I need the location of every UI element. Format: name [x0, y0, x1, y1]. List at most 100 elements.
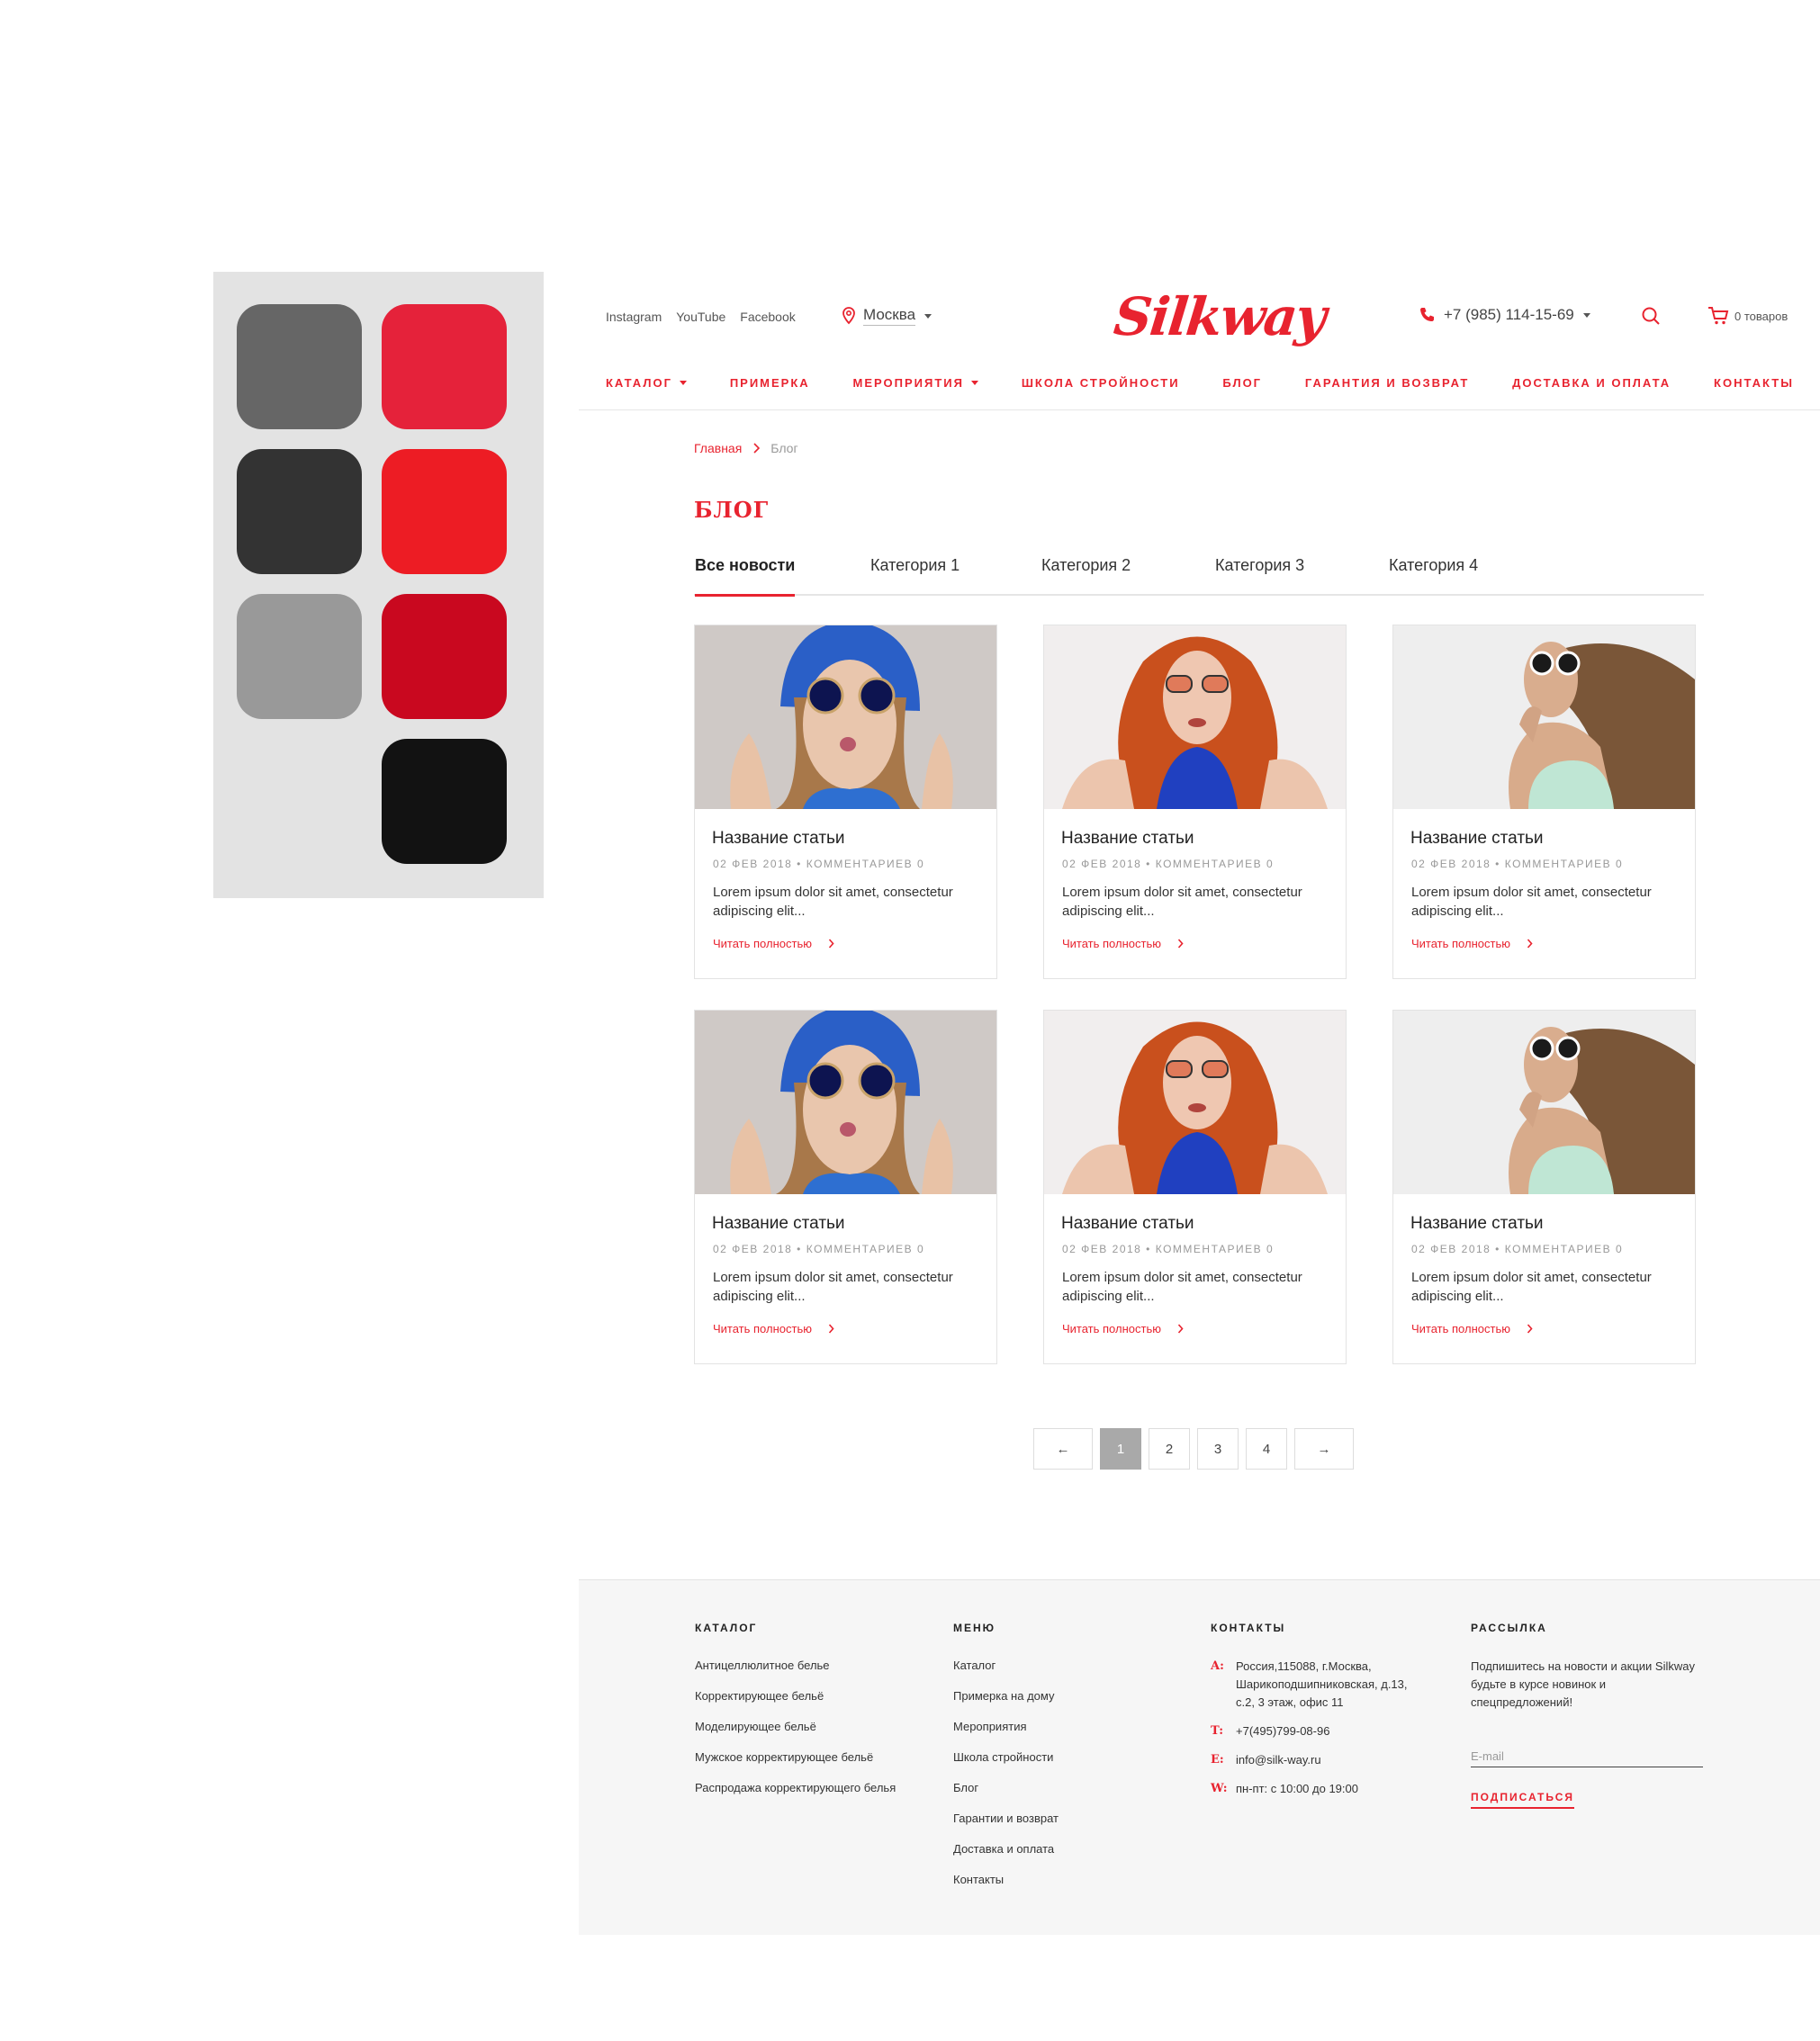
color-palette [213, 272, 544, 898]
read-more-label: Читать полностью [1062, 937, 1161, 950]
article-title[interactable]: Название статьи [1410, 1214, 1544, 1234]
tab-all-news[interactable]: Все новости [695, 556, 796, 597]
subscribe-button[interactable]: ПОДПИСАТЬСЯ [1471, 1791, 1574, 1809]
pagination: ← 1 2 3 4 → [1033, 1428, 1354, 1470]
location-pin-icon [842, 307, 855, 325]
footer-link[interactable]: Примерка на дому [953, 1688, 1059, 1704]
article-title[interactable]: Название статьи [1061, 1214, 1194, 1234]
read-more-label: Читать полностью [713, 1322, 812, 1335]
article-image[interactable] [1044, 1011, 1346, 1194]
article-card[interactable]: Название статьи 02 ФЕВ 2018 • КОММЕНТАРИ… [694, 1010, 997, 1364]
contact-phone: T: +7(495)799-08-96 [1211, 1722, 1427, 1740]
category-tabs: Все новости Категория 1 Категория 2 Кате… [694, 551, 1704, 597]
tab-category-1[interactable]: Категория 1 [870, 556, 960, 575]
article-card[interactable]: Название статьи 02 ФЕВ 2018 • КОММЕНТАРИ… [1392, 1010, 1696, 1364]
article-image[interactable] [695, 625, 996, 809]
article-title[interactable]: Название статьи [1061, 829, 1194, 849]
page-button-1[interactable]: 1 [1100, 1428, 1141, 1470]
chevron-down-icon [970, 381, 978, 385]
article-meta: 02 ФЕВ 2018 • КОММЕНТАРИЕВ 0 [713, 1243, 925, 1255]
article-image[interactable] [1393, 1011, 1695, 1194]
article-excerpt: Lorem ipsum dolor sit amet, consectetur … [1411, 1270, 1652, 1304]
footer-heading: КОНТАКТЫ [1211, 1622, 1286, 1634]
logo[interactable]: Silkway [1111, 286, 1328, 347]
footer-heading: МЕНЮ [953, 1622, 996, 1634]
footer-link[interactable]: Каталог [953, 1658, 1059, 1674]
contact-value[interactable]: info@silk-way.ru [1236, 1751, 1321, 1769]
nav-item-warranty[interactable]: ГАРАНТИЯ И ВОЗВРАТ [1305, 376, 1469, 390]
tab-category-4[interactable]: Категория 4 [1389, 556, 1478, 575]
footer-link[interactable]: Корректирующее бельё [695, 1688, 902, 1704]
nav-item-blog[interactable]: БЛОГ [1222, 376, 1262, 390]
footer-link[interactable]: Школа стройности [953, 1749, 1059, 1766]
contact-hours: W: пн-пт: с 10:00 до 19:00 [1211, 1780, 1427, 1798]
prev-page-button[interactable]: ← [1033, 1428, 1093, 1470]
chevron-down-icon [924, 313, 933, 319]
breadcrumb-home[interactable]: Главная [694, 441, 742, 455]
facebook-link[interactable]: Facebook [740, 310, 795, 324]
footer-link[interactable]: Мероприятия [953, 1719, 1059, 1735]
read-more-link[interactable]: Читать полностью [1062, 1322, 1184, 1335]
search-button[interactable] [1641, 306, 1661, 330]
footer-newsletter: РАССЫЛКА Подпишитесь на новости и акции … [1471, 1622, 1705, 1809]
article-card[interactable]: Название статьи 02 ФЕВ 2018 • КОММЕНТАРИ… [1392, 625, 1696, 979]
article-image[interactable] [1393, 625, 1695, 809]
breadcrumb: Главная Блог [694, 441, 798, 455]
phone-selector[interactable]: +7 (985) 114-15-69 [1419, 306, 1590, 324]
nav-item-contacts[interactable]: КОНТАКТЫ [1714, 376, 1794, 390]
article-card[interactable]: Название статьи 02 ФЕВ 2018 • КОММЕНТАРИ… [1043, 1010, 1347, 1364]
footer-heading: РАССЫЛКА [1471, 1622, 1547, 1634]
read-more-link[interactable]: Читать полностью [1411, 1322, 1533, 1335]
nav-item-school[interactable]: ШКОЛА СТРОЙНОСТИ [1022, 376, 1180, 390]
contact-value[interactable]: +7(495)799-08-96 [1236, 1722, 1329, 1740]
article-meta: 02 ФЕВ 2018 • КОММЕНТАРИЕВ 0 [1062, 858, 1275, 870]
article-image[interactable] [1044, 625, 1346, 809]
main-nav: КАТАЛОГ ПРИМЕРКА МЕРОПРИЯТИЯ ШКОЛА СТРОЙ… [606, 376, 1794, 390]
page-button-4[interactable]: 4 [1246, 1428, 1287, 1470]
instagram-link[interactable]: Instagram [606, 310, 662, 324]
read-more-link[interactable]: Читать полностью [1062, 937, 1184, 950]
cart-button[interactable]: 0 товаров [1707, 306, 1788, 326]
chevron-right-icon [828, 939, 834, 949]
next-page-button[interactable]: → [1294, 1428, 1354, 1470]
footer-link[interactable]: Антицеллюлитное белье [695, 1658, 902, 1674]
article-meta: 02 ФЕВ 2018 • КОММЕНТАРИЕВ 0 [1411, 1243, 1624, 1255]
article-title[interactable]: Название статьи [1410, 829, 1544, 849]
footer-link[interactable]: Контакты [953, 1872, 1059, 1888]
city-selector[interactable]: Москва [842, 306, 933, 326]
article-title[interactable]: Название статьи [712, 829, 845, 849]
nav-item-delivery[interactable]: ДОСТАВКА И ОПЛАТА [1512, 376, 1671, 390]
page-button-2[interactable]: 2 [1149, 1428, 1190, 1470]
chevron-right-icon [1527, 1324, 1533, 1334]
read-more-link[interactable]: Читать полностью [713, 1322, 834, 1335]
page-button-3[interactable]: 3 [1197, 1428, 1239, 1470]
article-card[interactable]: Название статьи 02 ФЕВ 2018 • КОММЕНТАРИ… [694, 625, 997, 979]
youtube-link[interactable]: YouTube [676, 310, 725, 324]
tab-category-2[interactable]: Категория 2 [1041, 556, 1131, 575]
footer-contacts: КОНТАКТЫ A: Россия,115088, г.Москва, Шари… [1211, 1622, 1427, 1809]
search-icon [1642, 307, 1660, 325]
footer-link[interactable]: Блог [953, 1780, 1059, 1796]
chevron-right-icon [1527, 939, 1533, 949]
read-more-link[interactable]: Читать полностью [1411, 937, 1533, 950]
swatch-gray [237, 304, 362, 429]
footer-link[interactable]: Мужское корректирующее бельё [695, 1749, 902, 1766]
article-meta: 02 ФЕВ 2018 • КОММЕНТАРИЕВ 0 [1411, 858, 1624, 870]
footer-link[interactable]: Доставка и оплата [953, 1841, 1059, 1857]
footer-link[interactable]: Гарантии и возврат [953, 1811, 1059, 1827]
phone-icon [1420, 308, 1434, 321]
nav-label: ГАРАНТИЯ И ВОЗВРАТ [1304, 376, 1470, 390]
contact-key: W: [1211, 1782, 1228, 1795]
article-image[interactable] [695, 1011, 996, 1194]
footer-link[interactable]: Моделирующее бельё [695, 1719, 902, 1735]
read-more-link[interactable]: Читать полностью [713, 937, 834, 950]
nav-item-catalog[interactable]: КАТАЛОГ [606, 376, 687, 390]
nav-item-events[interactable]: МЕРОПРИЯТИЯ [853, 376, 978, 390]
footer: КАТАЛОГ Антицеллюлитное белье Корректиру… [579, 1579, 1820, 1935]
tab-category-3[interactable]: Категория 3 [1215, 556, 1304, 575]
article-card[interactable]: Название статьи 02 ФЕВ 2018 • КОММЕНТАРИ… [1043, 625, 1347, 979]
footer-link[interactable]: Распродажа корректирующего белья [695, 1780, 902, 1796]
email-field[interactable] [1471, 1746, 1703, 1767]
article-title[interactable]: Название статьи [712, 1214, 845, 1234]
nav-item-fitting[interactable]: ПРИМЕРКА [730, 376, 810, 390]
